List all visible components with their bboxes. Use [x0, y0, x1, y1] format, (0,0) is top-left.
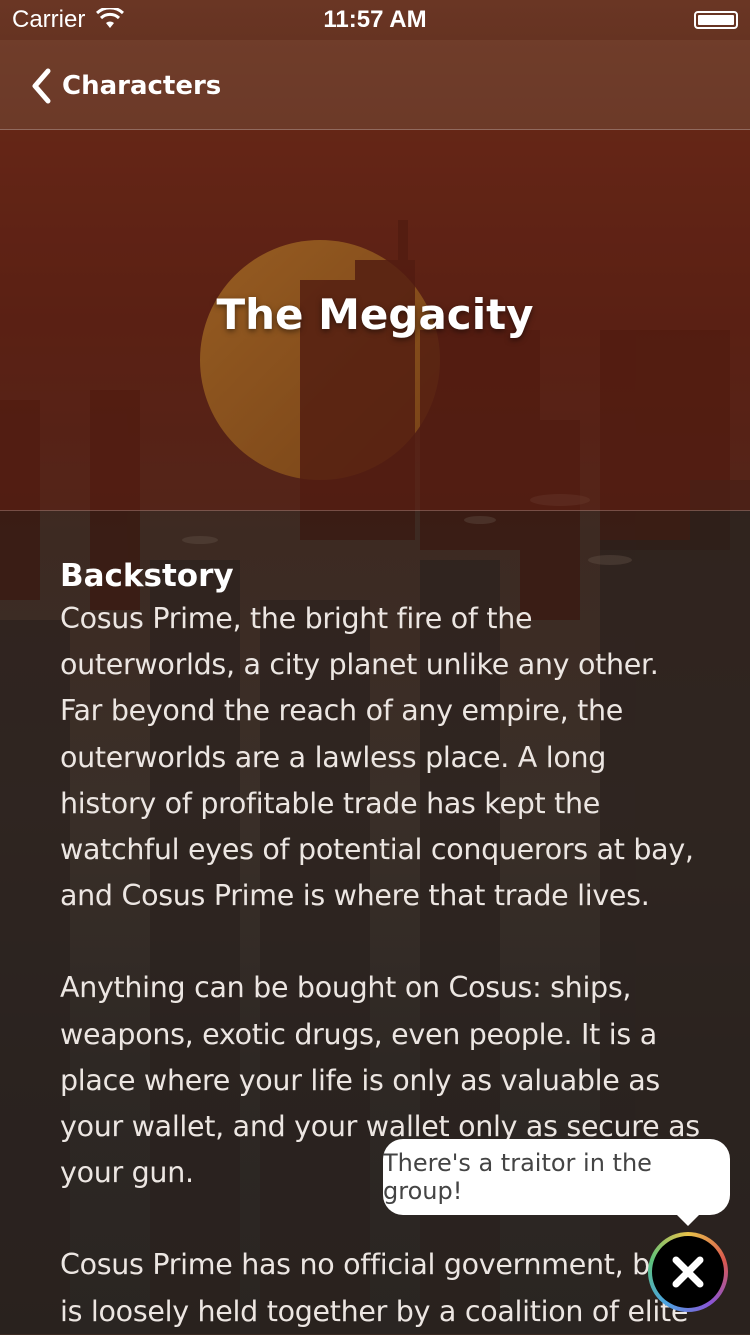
close-icon: [672, 1256, 704, 1288]
paragraph: Cosus Prime, the bright fire of the oute…: [60, 602, 694, 913]
close-button[interactable]: [648, 1232, 728, 1312]
paragraph: Cosus Prime has no official government, …: [60, 1248, 689, 1328]
status-bar: Carrier 11:57 AM: [0, 0, 750, 40]
chevron-left-icon: [32, 68, 51, 104]
article-content: Backstory Cosus Prime, the bright fire o…: [60, 556, 700, 1335]
back-button-label: Characters: [62, 71, 222, 101]
back-button[interactable]: Characters: [30, 66, 221, 106]
speech-bubble-tail: [676, 1214, 700, 1226]
speech-bubble-text: There's a traitor in the group!: [383, 1149, 652, 1205]
navigation-bar: Characters: [0, 40, 750, 130]
clock: 11:57 AM: [323, 6, 427, 33]
page-title: The Megacity: [216, 290, 534, 339]
speech-bubble: There's a traitor in the group!: [383, 1139, 730, 1215]
section-heading: Backstory: [60, 558, 234, 594]
battery-icon: [694, 11, 738, 29]
